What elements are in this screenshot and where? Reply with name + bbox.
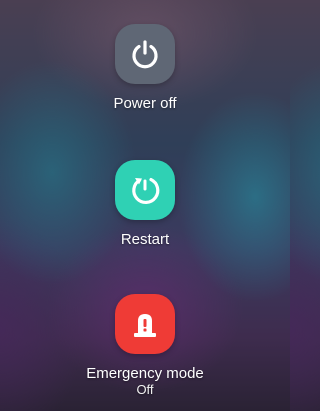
restart-option[interactable]: Restart [0, 160, 290, 248]
power-off-label: Power off [113, 95, 177, 112]
power-icon [132, 40, 158, 69]
restart-icon [132, 178, 160, 204]
emergency-mode-status: Off [136, 382, 154, 397]
power-off-option[interactable]: Power off [0, 24, 290, 112]
emergency-siren-icon [134, 314, 156, 337]
emergency-mode-button[interactable] [115, 294, 175, 354]
emergency-mode-label: Emergency mode [86, 365, 204, 382]
restart-label: Restart [120, 231, 170, 248]
power-off-button[interactable] [115, 24, 175, 84]
emergency-mode-option[interactable]: Emergency mode Off [0, 294, 290, 397]
restart-button[interactable] [115, 160, 175, 220]
